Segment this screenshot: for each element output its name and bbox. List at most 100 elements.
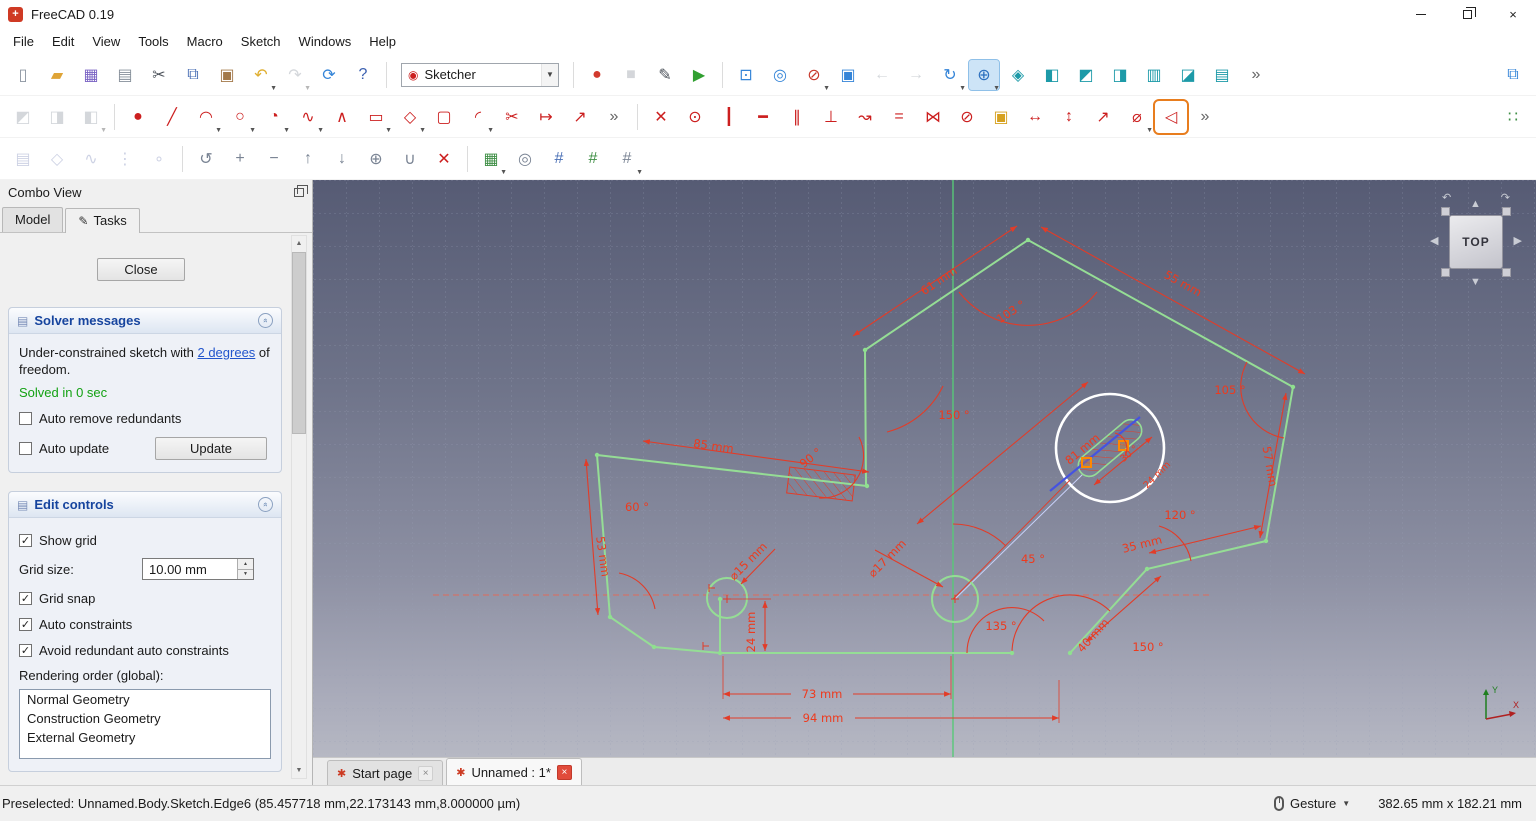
join-curves-button[interactable]: ∪ [395,144,425,174]
decrease-bspline-degree-button[interactable]: − [259,144,289,174]
constrain-diameter-button[interactable]: ⌀ ▼ [1122,102,1153,134]
dimension-label[interactable]: 45 ° [1021,552,1045,566]
nav-back-button[interactable]: ← [867,60,897,90]
auto-constraints-checkbox[interactable] [19,618,32,631]
constrain-vertical-button[interactable]: ┃ [714,102,744,132]
rendering-order-list[interactable]: Normal Geometry Construction Geometry Exte… [19,689,271,759]
rotate-view-button[interactable]: ↻ ▼ [935,60,966,92]
whats-this-button[interactable]: ? [348,60,378,90]
geometry-overflow-button[interactable]: » [599,102,629,132]
spin-up-button[interactable]: ▲ [238,559,253,570]
constrain-symmetric-button[interactable]: ⋈ [918,102,948,132]
cut-button[interactable]: ✂ [144,60,174,90]
show-grid-checkbox[interactable] [19,534,32,547]
degrees-of-freedom-link[interactable]: 2 degrees [197,345,255,360]
constrain-perpendicular-button[interactable]: ⊥ [816,102,846,132]
view-rear-button[interactable]: ▥ [1139,60,1169,90]
macro-execute-button[interactable]: ▶ [684,60,714,90]
scroll-up-button[interactable]: ▲ [292,236,306,251]
configure-grid-button[interactable]: # ▼ [612,144,643,176]
increase-knot-multiplicity-button[interactable]: ↑ [293,144,323,174]
scroll-down-button[interactable]: ▼ [292,763,306,778]
auto-remove-redundants-checkbox[interactable] [19,412,32,425]
save-document-button[interactable]: ▦ [76,60,106,90]
toggle-constraints-button[interactable]: ∷ [1498,102,1528,132]
create-circle-button[interactable]: ○ ▼ [225,102,256,134]
document-tab[interactable]: ✱ Start page × [327,760,444,785]
nav-forward-button[interactable]: → [901,60,931,90]
menu-help[interactable]: Help [360,31,405,52]
update-button[interactable]: Update [155,437,267,460]
create-line-button[interactable]: ╱ [157,102,187,132]
macro-record-button[interactable]: ● [582,60,612,90]
grid-snap-checkbox[interactable] [19,592,32,605]
undo-button[interactable]: ↶ ▼ [246,60,277,92]
constrain-block-button[interactable]: ⊘ [952,102,982,132]
dimension-label[interactable]: 105 ° [1214,383,1245,397]
convert-to-nurbs-button[interactable]: ↺ [191,144,221,174]
macro-edit-button[interactable]: ✎ [650,60,680,90]
views-overflow-button[interactable]: » [1241,60,1271,90]
close-task-button[interactable]: Close [97,258,185,281]
constrain-equal-button[interactable]: = [884,102,914,132]
bspline-degree-button[interactable]: ▤ [8,144,38,174]
collapse-icon[interactable]: » [258,313,273,328]
dimension-label[interactable]: 135 ° [985,619,1016,633]
view-front-button[interactable]: ◧ [1037,60,1067,90]
grid-size-spinbox[interactable]: 10.00 mm ▲ ▼ [142,558,254,580]
view-sketch-button[interactable]: ◨ [42,102,72,132]
create-rectangle-button[interactable]: ▭ ▼ [361,102,392,134]
navigation-style-selector[interactable]: Gesture ▼ [1274,796,1350,811]
restore-button[interactable] [1444,0,1490,28]
view-top-button[interactable]: ◩ [1071,60,1101,90]
cube-corner[interactable] [1441,207,1450,216]
menu-edit[interactable]: Edit [43,31,83,52]
close-tab-button[interactable]: × [418,765,434,781]
menu-tools[interactable]: Tools [129,31,177,52]
dimension-label[interactable]: 73 mm [802,687,843,701]
tab-model[interactable]: Model [2,207,64,232]
create-conic-button[interactable]: ◔ ▼ [259,102,290,134]
constraints-overflow-button[interactable]: » [1190,102,1220,132]
view-left-button[interactable]: ▤ [1207,60,1237,90]
cube-arrow-up-icon[interactable]: ▲ [1470,198,1481,210]
leave-sketch-button[interactable]: ◩ [8,102,38,132]
menu-sketch[interactable]: Sketch [232,31,290,52]
extend-edge-button[interactable]: ↦ [531,102,561,132]
view-right-button[interactable]: ◨ [1105,60,1135,90]
cube-corner[interactable] [1502,268,1511,277]
redo-button[interactable]: ↷ ▼ [280,60,311,92]
menu-file[interactable]: File [4,31,43,52]
bspline-pole-weight-button[interactable]: ∘ [144,144,174,174]
select-associated-constraints-button[interactable]: ▦ ▼ [476,144,507,176]
collapse-icon[interactable]: » [258,497,273,512]
create-slot-button[interactable]: ▢ [429,102,459,132]
cube-arrow-right-icon[interactable]: ▶ [1514,234,1522,247]
constrain-parallel-button[interactable]: ∥ [782,102,812,132]
create-point-button[interactable]: ● [123,102,153,132]
insert-knot-button[interactable]: ⊕ [361,144,391,174]
navigation-cube[interactable]: ↶ ↷ ▲ ▼ ◀ ▶ TOP [1428,192,1524,290]
menu-windows[interactable]: Windows [290,31,361,52]
cube-corner[interactable] [1502,207,1511,216]
constrain-distance-button[interactable]: ↗ [1088,102,1118,132]
trim-edge-button[interactable]: ✂ [497,102,527,132]
list-item[interactable]: Normal Geometry [20,690,270,709]
auto-update-checkbox[interactable] [19,442,32,455]
constrain-distance-x-button[interactable]: ↔ [1020,102,1050,132]
view-axonometric-button[interactable]: ◈ [1003,60,1033,90]
dimension-label[interactable]: 150 ° [1132,640,1163,654]
dimension-label[interactable]: 60 ° [625,500,649,514]
float-panel-icon[interactable] [294,184,308,197]
create-bspline-button[interactable]: ∿ ▼ [293,102,324,134]
drag-handle[interactable] [1081,457,1092,468]
delete-all-geometry-button[interactable]: ✕ [429,144,459,174]
workbench-selector[interactable]: ◉ Sketcher ▼ [401,62,559,87]
toggle-grid-snap-button[interactable]: # [578,144,608,174]
textured-view-button[interactable]: ▣ [833,60,863,90]
close-tab-button[interactable]: × [556,764,572,780]
switch-virtual-space-button[interactable]: ◎ [510,144,540,174]
minimize-button[interactable] [1398,0,1444,28]
view-bottom-button[interactable]: ◪ [1173,60,1203,90]
tab-tasks[interactable]: ✎ Tasks [65,208,140,233]
